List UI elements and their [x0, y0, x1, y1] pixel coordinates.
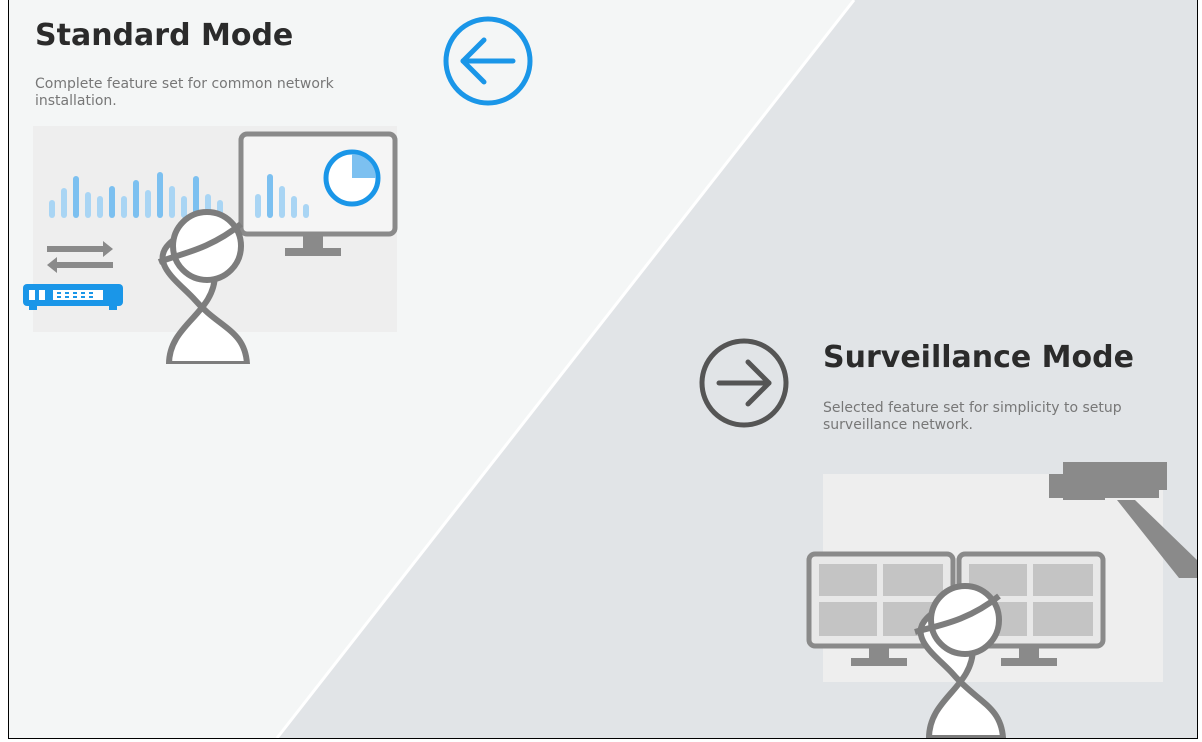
arrow-right-circle-icon — [699, 338, 789, 428]
arrow-left-circle-icon — [443, 16, 533, 106]
network-monitoring-illustration — [19, 124, 399, 367]
standard-mode-title[interactable]: Standard Mode — [35, 18, 293, 53]
surveillance-mode-next-button[interactable] — [697, 336, 791, 430]
surveillance-monitoring-illustration — [805, 460, 1197, 738]
standard-mode-back-button[interactable] — [441, 14, 535, 108]
mode-selection-panel: Standard Mode Complete feature set for c… — [8, 0, 1198, 739]
surveillance-mode-description: Selected feature set for simplicity to s… — [823, 400, 1122, 433]
surveillance-mode-title[interactable]: Surveillance Mode — [823, 340, 1134, 375]
standard-mode-description: Complete feature set for common network … — [35, 76, 334, 109]
